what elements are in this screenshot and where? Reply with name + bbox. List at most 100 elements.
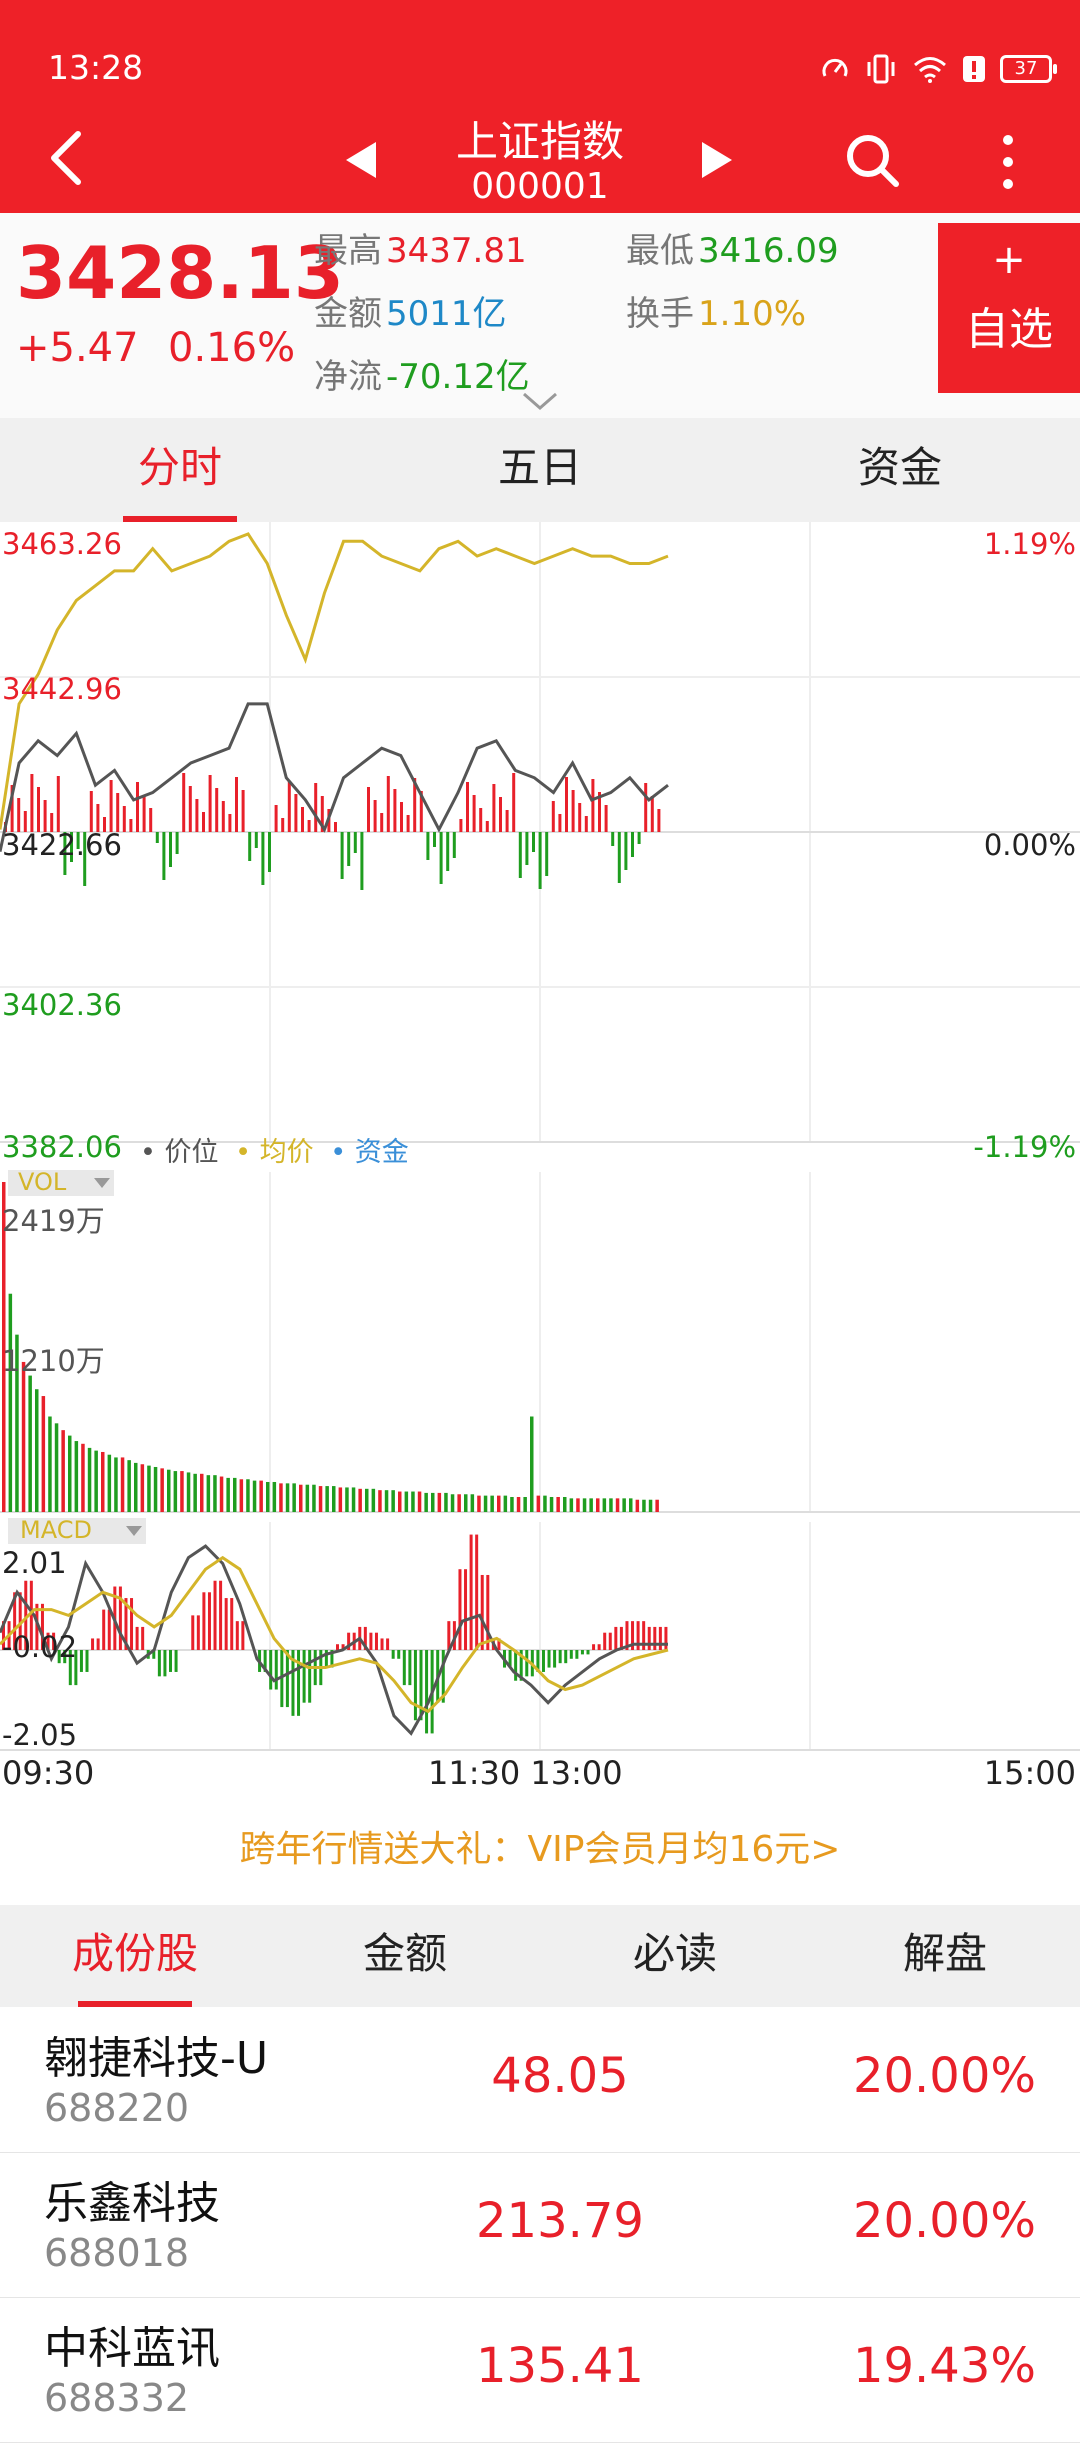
fund-flow-bar (268, 832, 271, 872)
macd-bar (469, 1534, 473, 1650)
battery-icon: 37 (1000, 55, 1057, 83)
add-favorite-button[interactable]: + 自选 (938, 223, 1080, 393)
time-tick-label: 09:30 (2, 1754, 95, 1792)
price-change-pct: 0.16% (168, 325, 296, 371)
vol-indicator-selector[interactable]: VOL (8, 1168, 114, 1196)
volume-bar (655, 1499, 659, 1512)
stock-change-pct: 20.00% (852, 2048, 1036, 2104)
volume-bar (213, 1475, 217, 1512)
stock-price: 48.05 (491, 2048, 629, 2104)
fund-flow-bar (380, 813, 384, 832)
volume-bar (173, 1471, 178, 1512)
fund-flow-bar (466, 782, 469, 832)
volume-bar (107, 1454, 112, 1512)
amount-stat: 金额 5011亿 (314, 286, 507, 335)
fund-flow-bar (129, 819, 133, 832)
chevron-down-icon[interactable] (522, 391, 558, 411)
fund-flow-bar (56, 776, 60, 832)
tab-intraday[interactable]: 分时 (0, 418, 360, 522)
volume-bar (74, 1441, 79, 1512)
fund-flow-bar (116, 793, 120, 832)
fund-flow-bar (459, 819, 463, 832)
tab-constituents[interactable]: 成份股 (0, 1905, 270, 2007)
fund-flow-bar (109, 780, 113, 832)
macd-bar (458, 1569, 462, 1650)
stock-row[interactable]: 翱捷科技-U 688220 48.05 20.00% (0, 2008, 1080, 2153)
fund-flow-bar (617, 832, 621, 883)
amount-label: 金额 (314, 294, 382, 334)
macd-bar (569, 1650, 573, 1659)
macd-indicator-selector[interactable]: MACD (8, 1516, 146, 1544)
volume-bar (351, 1487, 356, 1512)
turnover-label: 换手 (626, 294, 694, 334)
promo-banner[interactable]: 跨年行情送大礼：VIP会员月均16元> (0, 1820, 1080, 1872)
macd-bar (391, 1650, 395, 1659)
fund-flow-bar (142, 795, 146, 832)
legend-fund: • 资金 (330, 1137, 409, 1168)
volume-bar (35, 1389, 39, 1512)
fund-flow-bar (578, 803, 582, 832)
macd-bar (213, 1580, 217, 1650)
macd-bar (191, 1615, 195, 1650)
volume-bar (569, 1498, 574, 1512)
stock-row[interactable]: 中科蓝讯 688332 135.41 19.43% (0, 2298, 1080, 2443)
tab-five-day[interactable]: 五日 (360, 418, 720, 522)
macd-bar (402, 1650, 406, 1686)
macd-bar (219, 1580, 223, 1650)
volume-bar (338, 1487, 343, 1512)
volume-bar (28, 1375, 32, 1512)
netflow-value: -70.12亿 (386, 357, 530, 397)
fund-flow-bar (657, 809, 661, 832)
fund-flow-bar (314, 783, 318, 832)
time-tick-label: 11:30 13:00 (428, 1754, 623, 1792)
legend-avg: • 均价 (235, 1137, 314, 1168)
stock-row[interactable]: 乐鑫科技 688018 213.79 20.00% (0, 2153, 1080, 2298)
macd-bar (413, 1650, 417, 1721)
fund-flow-bar (360, 832, 364, 890)
macd-bar (408, 1650, 412, 1686)
fund-flow-bar (353, 832, 357, 853)
macd-bar (386, 1638, 390, 1650)
volume-bar (332, 1486, 336, 1512)
fund-flow-bar (334, 822, 337, 832)
volume-bar (94, 1450, 98, 1512)
speed-icon (822, 58, 848, 77)
fund-flow-bar (136, 782, 139, 832)
fund-flow-bar (228, 814, 232, 832)
macd-bar (85, 1650, 89, 1672)
search-icon[interactable] (844, 132, 900, 188)
volume-bar (292, 1483, 296, 1512)
wifi-icon (914, 57, 946, 83)
tab-funds[interactable]: 资金 (720, 418, 1080, 522)
volume-bar (272, 1481, 277, 1512)
tab-analysis[interactable]: 解盘 (810, 1905, 1080, 2007)
volume-bar (477, 1495, 481, 1512)
tab-amount[interactable]: 金额 (270, 1905, 540, 2007)
fund-flow-bar (241, 790, 245, 832)
macd-bar (196, 1615, 200, 1650)
current-price: 3428.13 (16, 231, 344, 315)
fund-flow-bar (215, 788, 219, 832)
intraday-chart[interactable]: 3463.26 3442.96 3422.66 3402.36 3382.06 … (0, 522, 1080, 1792)
fund-flow-bar (505, 810, 509, 832)
macd-bar (369, 1632, 373, 1650)
volume-bar (8, 1293, 13, 1512)
macd-bar (336, 1644, 339, 1650)
next-index-button[interactable] (700, 140, 734, 180)
fund-flow-bar (499, 797, 502, 832)
fund-flow-bar (188, 786, 192, 832)
tab-must-read[interactable]: 必读 (540, 1905, 810, 2007)
volume-bar (81, 1443, 85, 1512)
volume-bar (365, 1488, 369, 1512)
turnover-value: 1.10% (698, 294, 807, 334)
price-tick-label: 3463.26 (2, 527, 122, 561)
macd-bar (141, 1626, 145, 1650)
volume-bar (180, 1471, 184, 1512)
macd-bar (541, 1650, 545, 1672)
fund-flow-bar (446, 832, 450, 871)
macd-bar (374, 1632, 378, 1650)
more-icon[interactable] (996, 132, 1020, 192)
fund-flow-bar (301, 807, 304, 832)
volume-bar (21, 1361, 26, 1512)
volume-bar (318, 1486, 323, 1512)
